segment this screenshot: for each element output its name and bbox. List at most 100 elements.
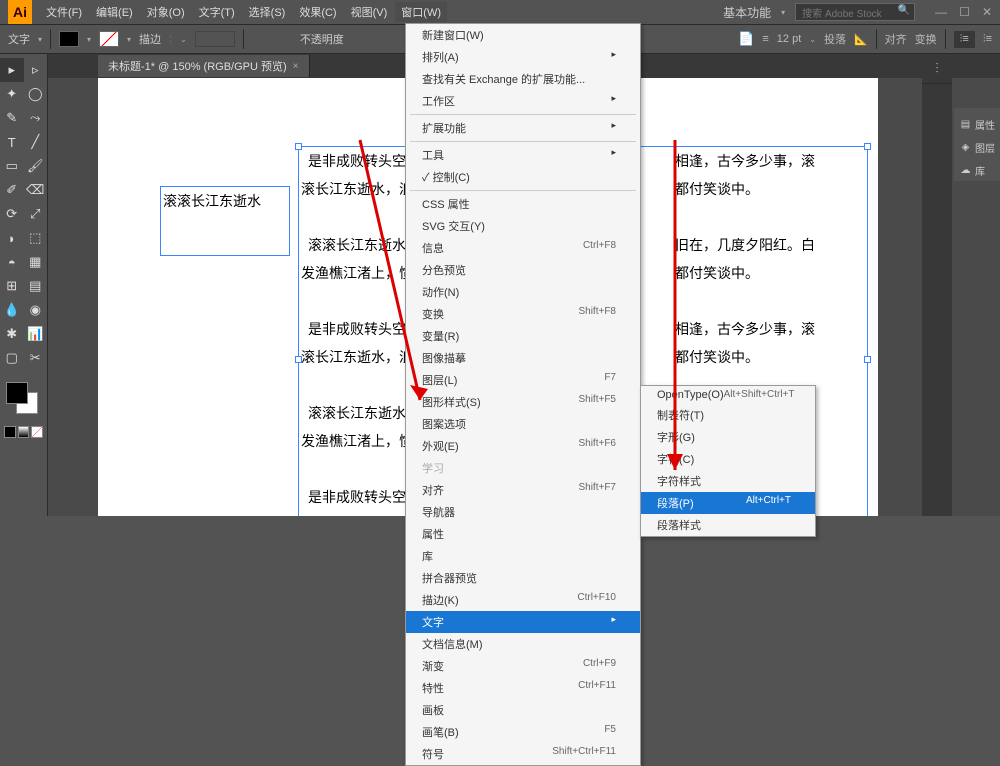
fill-color[interactable] — [6, 382, 28, 404]
gradient-tool[interactable]: ▤ — [24, 274, 48, 298]
panel-properties[interactable]: ▤属性 — [954, 114, 1000, 135]
menu-item[interactable]: 渐变Ctrl+F9 — [406, 655, 640, 677]
stroke-width-input[interactable] — [195, 31, 235, 47]
wand-tool[interactable]: ✦ — [0, 82, 24, 106]
menu-item[interactable]: 库 — [406, 545, 640, 567]
text-frame-left[interactable]: 滚滚长江东逝水 — [160, 186, 290, 256]
minimize-icon[interactable]: — — [935, 5, 947, 19]
direct-select-tool[interactable]: ▹ — [24, 58, 48, 82]
blend-tool[interactable]: ◉ — [24, 298, 48, 322]
symbol-sprayer-tool[interactable]: ✱ — [0, 322, 24, 346]
gradient-mode-swatch[interactable] — [18, 426, 30, 438]
char-icon[interactable]: 📄 — [738, 31, 754, 47]
fill-swatch[interactable] — [59, 31, 79, 47]
curvature-tool[interactable]: ⤳ — [24, 106, 48, 130]
lasso-tool[interactable]: ◯ — [24, 82, 48, 106]
menu-item[interactable]: 工具▸ — [406, 144, 640, 166]
menu-item[interactable]: 图形样式(S)Shift+F5 — [406, 391, 640, 413]
submenu-item[interactable]: 段落样式 — [641, 514, 815, 536]
menu-item[interactable]: 描边(K)Ctrl+F10 — [406, 589, 640, 611]
menu-item[interactable]: 新建窗口(W) — [406, 24, 640, 46]
menu-item[interactable]: 画板 — [406, 699, 640, 721]
maximize-icon[interactable]: ☐ — [959, 5, 970, 19]
color-mode-swatch[interactable] — [4, 426, 16, 438]
panel-menu-button[interactable]: ⫶≡ — [983, 33, 992, 46]
menu-item[interactable]: 外观(E)Shift+F6 — [406, 435, 640, 457]
menu-item[interactable]: 变量(R) — [406, 325, 640, 347]
menu-item[interactable]: 查找有关 Exchange 的扩展功能... — [406, 68, 640, 90]
menu-item[interactable]: 学习 — [406, 457, 640, 479]
slice-tool[interactable]: ✂ — [24, 346, 48, 370]
align-icon[interactable]: 📐 — [854, 33, 868, 46]
menu-item[interactable]: 特性Ctrl+F11 — [406, 677, 640, 699]
pt-size-label[interactable]: 12 pt — [777, 33, 801, 45]
shape-builder-tool[interactable]: ◓ — [0, 250, 24, 274]
menu-effect[interactable]: 效果(C) — [293, 2, 342, 22]
width-tool[interactable]: ◗ — [0, 226, 24, 250]
menu-select[interactable]: 选择(S) — [243, 2, 292, 22]
menu-item[interactable]: 拼合器预览 — [406, 567, 640, 589]
selection-tool[interactable]: ▸ — [0, 58, 24, 82]
handle[interactable] — [864, 356, 871, 363]
eraser-tool[interactable]: ⌫ — [24, 178, 48, 202]
brush-tool[interactable]: 🖌 — [24, 154, 48, 178]
chevron-down-icon[interactable]: ⌄ — [180, 35, 187, 44]
panel-collapse-icon[interactable]: ⫶ — [922, 54, 952, 84]
menu-item[interactable]: 符号Shift+Ctrl+F11 — [406, 743, 640, 765]
menu-item[interactable]: 导航器 — [406, 501, 640, 523]
menu-item[interactable]: 文档信息(M) — [406, 633, 640, 655]
type-tool[interactable]: T — [0, 130, 24, 154]
menu-item[interactable]: 图层(L)F7 — [406, 369, 640, 391]
line-tool[interactable]: ╱ — [24, 130, 48, 154]
mesh-tool[interactable]: ⊞ — [0, 274, 24, 298]
search-input[interactable]: 🔍 搜索 Adobe Stock — [795, 3, 915, 21]
perspective-tool[interactable]: ▦ — [24, 250, 48, 274]
handle[interactable] — [295, 356, 302, 363]
panel-toggle-button[interactable]: ⫶≡ — [954, 31, 975, 48]
workspace-switcher[interactable]: 基本功能 — [723, 4, 771, 21]
rotate-tool[interactable]: ⟳ — [0, 202, 24, 226]
close-icon[interactable]: ✕ — [982, 5, 992, 19]
chevron-down-icon[interactable]: ⌄ — [809, 35, 816, 44]
panel-layers[interactable]: ◈图层 — [954, 137, 1000, 158]
chevron-down-icon[interactable]: ▾ — [38, 35, 42, 44]
menu-item[interactable]: 属性 — [406, 523, 640, 545]
close-icon[interactable]: × — [293, 61, 299, 72]
panel-libraries[interactable]: ☁库 — [954, 160, 1000, 181]
align-label[interactable]: 对齐 — [885, 31, 907, 47]
document-tab[interactable]: 未标题-1* @ 150% (RGB/GPU 预览) × — [98, 55, 310, 77]
eyedropper-tool[interactable]: 💧 — [0, 298, 24, 322]
menu-object[interactable]: 对象(O) — [141, 2, 191, 22]
menu-item[interactable]: ✓ 控制(C) — [406, 166, 640, 188]
chevron-down-icon[interactable]: ▾ — [127, 35, 131, 44]
menu-file[interactable]: 文件(F) — [40, 2, 88, 22]
menu-item[interactable]: 工作区▸ — [406, 90, 640, 112]
stroke-swatch[interactable] — [99, 31, 119, 47]
submenu-item[interactable]: 字形(G) — [641, 426, 815, 448]
submenu-item[interactable]: 段落(P)Alt+Ctrl+T — [641, 492, 815, 514]
submenu-item[interactable]: 字符样式 — [641, 470, 815, 492]
menu-edit[interactable]: 编辑(E) — [90, 2, 139, 22]
menu-item[interactable]: 信息Ctrl+F8 — [406, 237, 640, 259]
paragraph-panel-label[interactable]: 投落 — [824, 31, 846, 47]
handle[interactable] — [864, 143, 871, 150]
menu-item[interactable]: 文字▸ — [406, 611, 640, 633]
submenu-item[interactable]: 字符(C) — [641, 448, 815, 470]
rect-tool[interactable]: ▭ — [0, 154, 24, 178]
graph-tool[interactable]: 📊 — [24, 322, 48, 346]
artboard-tool[interactable]: ▢ — [0, 346, 24, 370]
none-mode-swatch[interactable] — [31, 426, 43, 438]
menu-type[interactable]: 文字(T) — [193, 2, 241, 22]
menu-item[interactable]: 图案选项 — [406, 413, 640, 435]
submenu-item[interactable]: 制表符(T) — [641, 404, 815, 426]
handle[interactable] — [295, 143, 302, 150]
menu-item[interactable]: 图像描摹 — [406, 347, 640, 369]
free-transform-tool[interactable]: ⬚ — [24, 226, 48, 250]
pen-tool[interactable]: ✎ — [0, 106, 24, 130]
menu-item[interactable]: SVG 交互(Y) — [406, 215, 640, 237]
menu-view[interactable]: 视图(V) — [345, 2, 394, 22]
chevron-down-icon[interactable]: ▾ — [87, 35, 91, 44]
shaper-tool[interactable]: ✐ — [0, 178, 24, 202]
submenu-item[interactable]: OpenType(O)Alt+Shift+Ctrl+T — [641, 386, 815, 404]
menu-item[interactable]: CSS 属性 — [406, 193, 640, 215]
